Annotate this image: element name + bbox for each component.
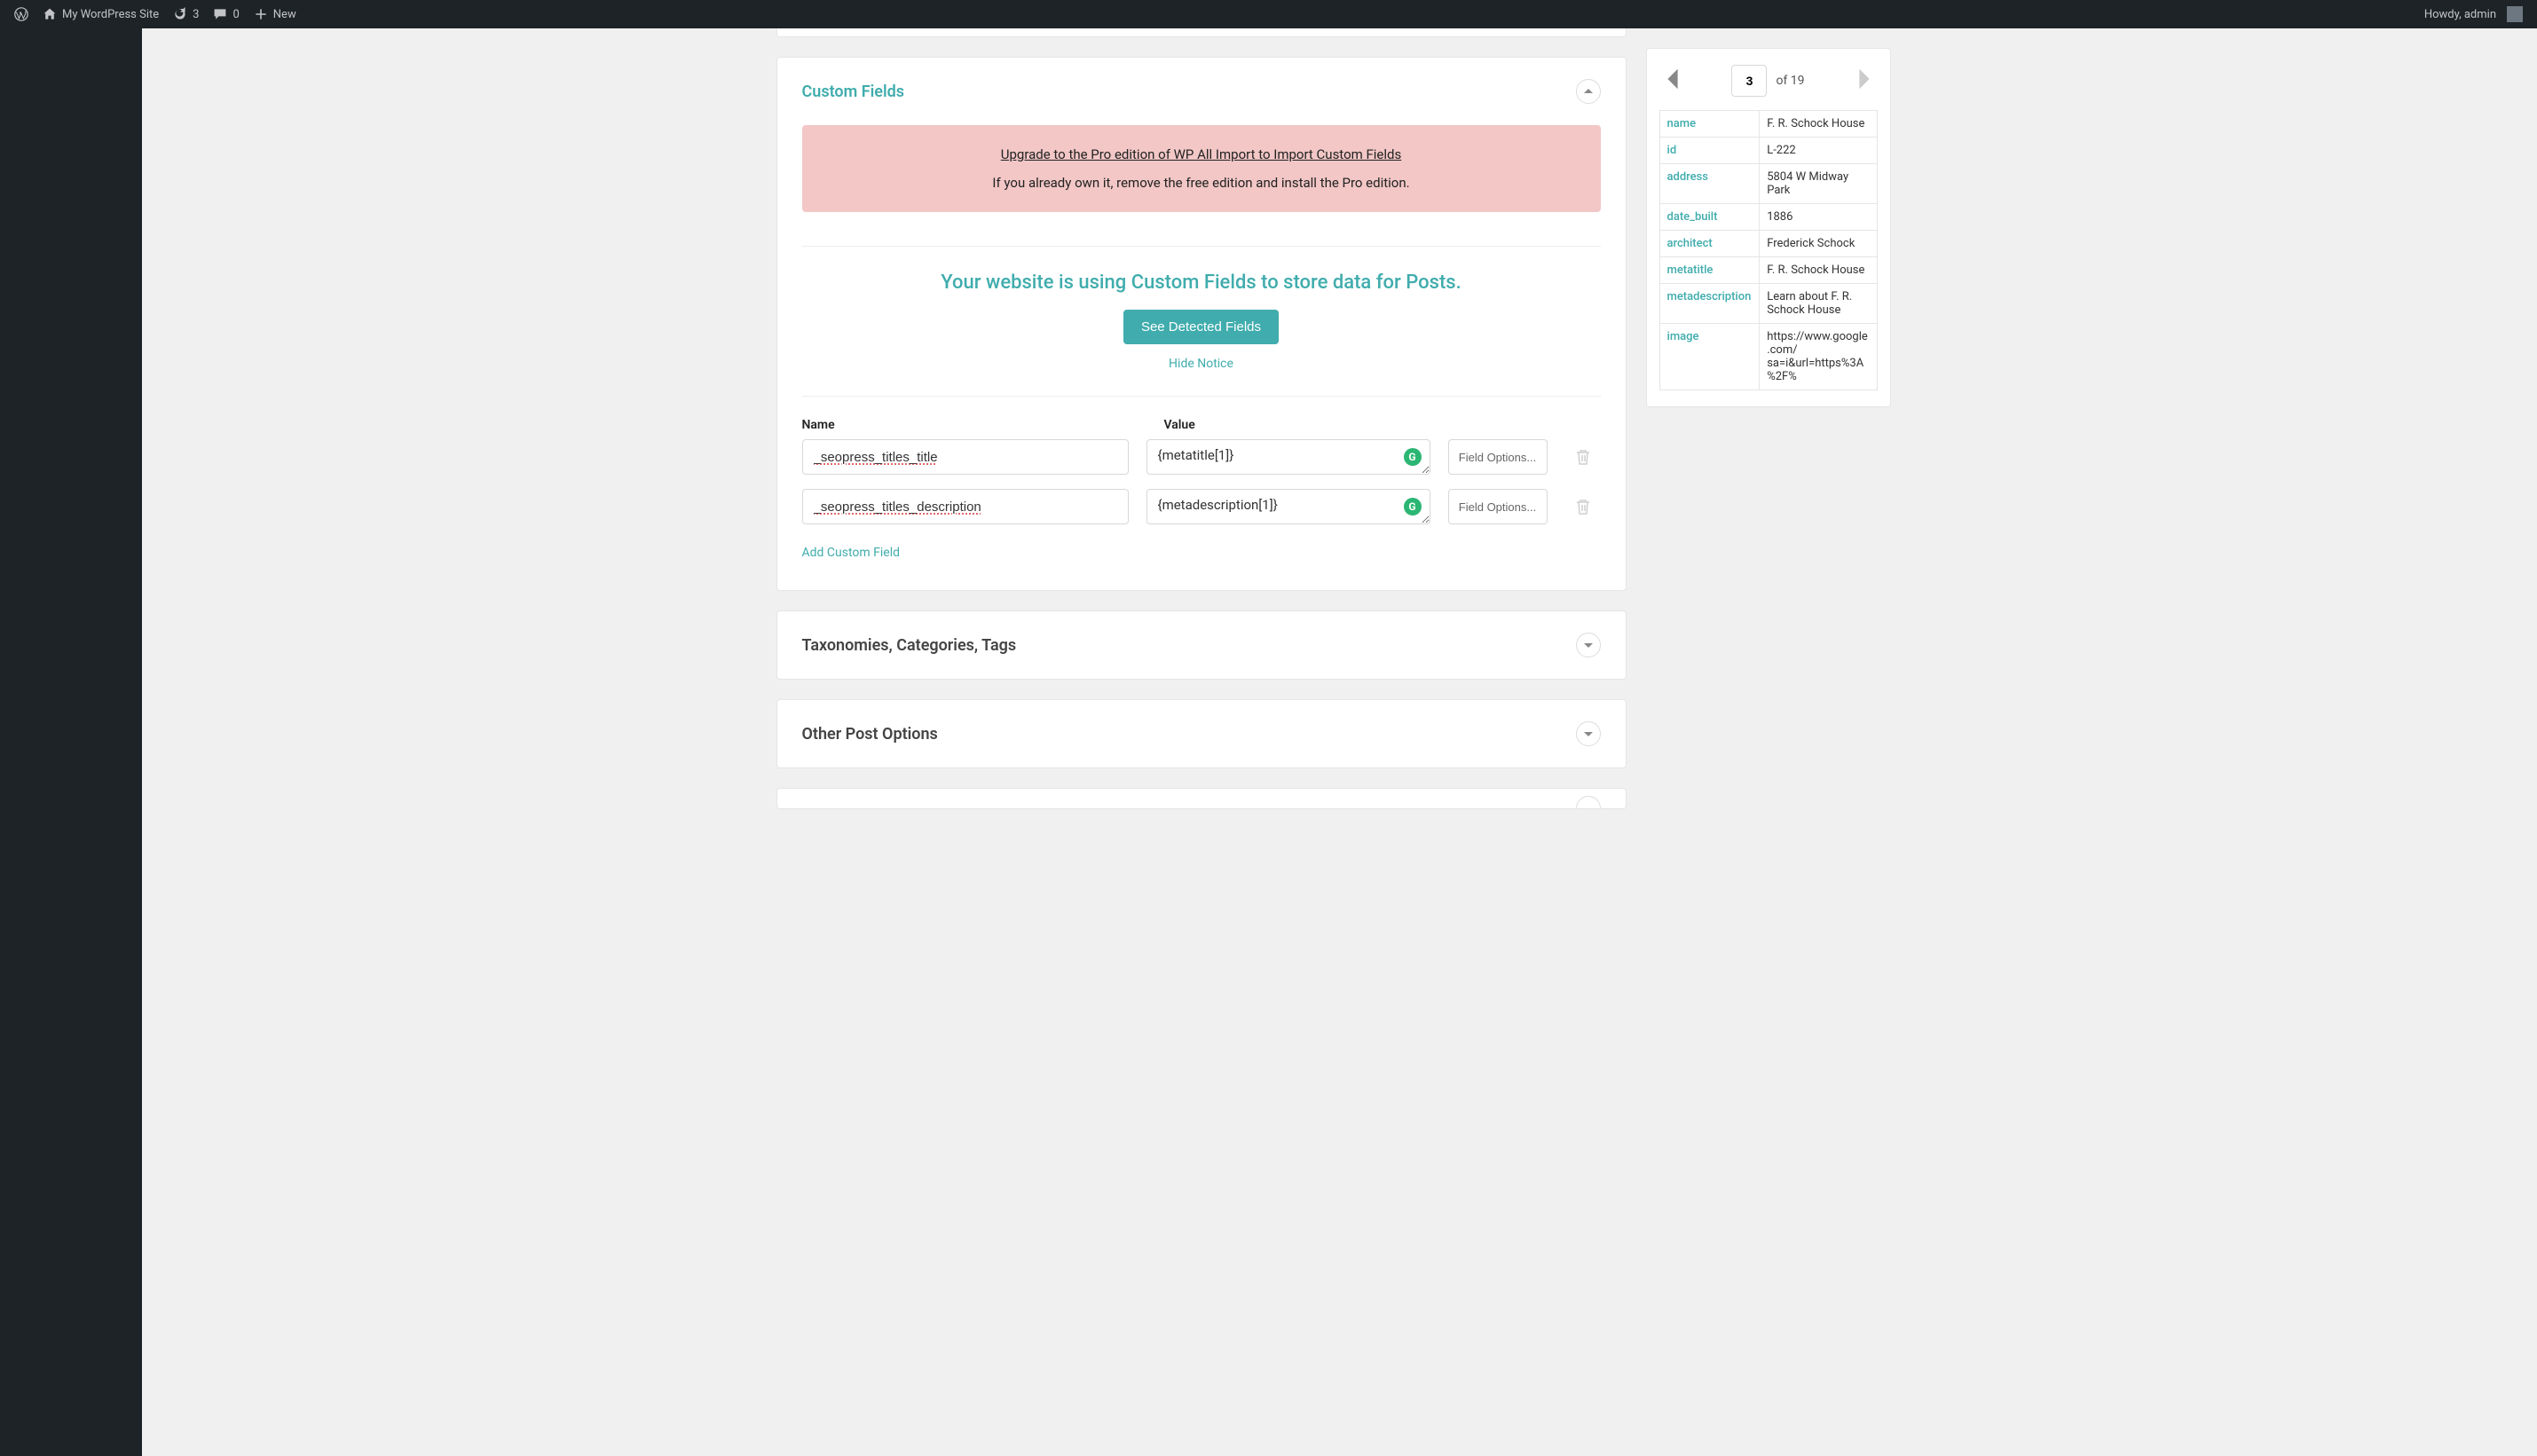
grammarly-icon: G bbox=[1404, 448, 1422, 466]
custom-field-row: G Field Options... bbox=[802, 489, 1601, 528]
trash-icon bbox=[1575, 498, 1591, 516]
custom-fields-panel: Custom Fields Upgrade to the Pro edition… bbox=[776, 57, 1627, 591]
upgrade-subtext: If you already own it, remove the free e… bbox=[820, 175, 1583, 191]
chevron-up-icon bbox=[1583, 86, 1594, 97]
expand-button[interactable] bbox=[1576, 721, 1601, 746]
field-name-input[interactable] bbox=[802, 489, 1129, 524]
site-home-link[interactable]: My WordPress Site bbox=[35, 0, 166, 28]
site-name: My WordPress Site bbox=[62, 8, 159, 21]
record-row[interactable]: metatitleF. R. Schock House bbox=[1659, 257, 1877, 284]
hide-notice-link[interactable]: Hide Notice bbox=[802, 357, 1601, 371]
custom-fields-head[interactable]: Custom Fields bbox=[777, 58, 1626, 125]
field-options-button[interactable]: Field Options... bbox=[1448, 489, 1548, 524]
other-post-options-panel: Other Post Options bbox=[776, 699, 1627, 768]
panel-title: Custom Fields bbox=[802, 83, 905, 101]
plus-icon bbox=[254, 7, 268, 21]
record-prev-button[interactable] bbox=[1661, 63, 1684, 98]
chevron-left-icon bbox=[1665, 67, 1681, 91]
record-row[interactable]: date_built1886 bbox=[1659, 204, 1877, 231]
comments-count: 0 bbox=[232, 8, 239, 21]
record-value: L-222 bbox=[1760, 138, 1877, 164]
updates-count: 3 bbox=[193, 8, 199, 21]
grammarly-icon: G bbox=[1404, 498, 1422, 516]
wp-logo[interactable] bbox=[7, 0, 35, 28]
record-nav: of 19 bbox=[1659, 63, 1878, 98]
trash-icon bbox=[1575, 448, 1591, 466]
upgrade-link[interactable]: Upgrade to the Pro edition of WP All Imp… bbox=[820, 146, 1583, 162]
record-key: name bbox=[1659, 111, 1760, 138]
panel-title: Other Post Options bbox=[802, 725, 938, 744]
record-key: metatitle bbox=[1659, 257, 1760, 284]
field-name-input[interactable] bbox=[802, 439, 1129, 475]
updates-link[interactable]: 3 bbox=[166, 0, 206, 28]
admin-sidebar bbox=[0, 28, 142, 1456]
record-value: 1886 bbox=[1760, 204, 1877, 231]
previous-panel-slice bbox=[776, 28, 1627, 37]
record-next-button[interactable] bbox=[1853, 63, 1876, 98]
record-key: address bbox=[1659, 164, 1760, 204]
record-value: 5804 W Midway Park bbox=[1760, 164, 1877, 204]
detect-fields-notice: Your website is using Custom Fields to s… bbox=[802, 246, 1601, 397]
field-value-textarea[interactable] bbox=[1146, 489, 1430, 524]
record-key: id bbox=[1659, 138, 1760, 164]
taxonomies-head[interactable]: Taxonomies, Categories, Tags bbox=[777, 611, 1626, 679]
delete-field-button[interactable] bbox=[1565, 489, 1601, 524]
record-value: F. R. Schock House bbox=[1760, 111, 1877, 138]
record-total-label: of 19 bbox=[1776, 74, 1804, 88]
taxonomies-panel: Taxonomies, Categories, Tags bbox=[776, 610, 1627, 680]
add-custom-field-link[interactable]: Add Custom Field bbox=[802, 546, 901, 560]
record-value: https://www.google.com/ sa=i&url=https%3… bbox=[1760, 324, 1877, 390]
custom-field-row: G Field Options... bbox=[802, 439, 1601, 478]
collapse-button[interactable] bbox=[1576, 79, 1601, 104]
record-key: date_built bbox=[1659, 204, 1760, 231]
record-value: F. R. Schock House bbox=[1760, 257, 1877, 284]
field-options-button[interactable]: Field Options... bbox=[1448, 439, 1548, 475]
record-row[interactable]: idL-222 bbox=[1659, 138, 1877, 164]
see-detected-fields-button[interactable]: See Detected Fields bbox=[1123, 310, 1279, 344]
upgrade-notice: Upgrade to the Pro edition of WP All Imp… bbox=[802, 125, 1601, 212]
record-position-input[interactable] bbox=[1731, 65, 1767, 97]
chevron-down-icon bbox=[1583, 728, 1594, 739]
comments-link[interactable]: 0 bbox=[206, 0, 246, 28]
new-label: New bbox=[273, 8, 296, 21]
record-key: image bbox=[1659, 324, 1760, 390]
record-row[interactable]: architectFrederick Schock bbox=[1659, 231, 1877, 257]
record-row[interactable]: metadescriptionLearn about F. R. Schock … bbox=[1659, 284, 1877, 324]
panel-title: Taxonomies, Categories, Tags bbox=[802, 636, 1017, 655]
record-row[interactable]: imagehttps://www.google.com/ sa=i&url=ht… bbox=[1659, 324, 1877, 390]
wordpress-icon bbox=[14, 7, 28, 21]
record-table: nameF. R. Schock HouseidL-222address5804… bbox=[1659, 110, 1878, 390]
expand-button[interactable] bbox=[1576, 796, 1601, 809]
new-content-link[interactable]: New bbox=[247, 0, 303, 28]
howdy-link[interactable]: Howdy, admin bbox=[2417, 0, 2530, 28]
record-preview-panel: of 19 nameF. R. Schock HouseidL-222addre… bbox=[1646, 48, 1891, 407]
detect-heading: Your website is using Custom Fields to s… bbox=[802, 272, 1601, 294]
record-value: Learn about F. R. Schock House bbox=[1760, 284, 1877, 324]
record-key: metadescription bbox=[1659, 284, 1760, 324]
record-row[interactable]: nameF. R. Schock House bbox=[1659, 111, 1877, 138]
delete-field-button[interactable] bbox=[1565, 439, 1601, 475]
admin-bar: My WordPress Site 3 0 New Howdy, admin bbox=[0, 0, 2537, 28]
next-panel-slice bbox=[776, 788, 1627, 809]
col-name-label: Name bbox=[802, 418, 1146, 432]
fields-header-row: Name Value bbox=[802, 418, 1601, 432]
user-avatar bbox=[2507, 6, 2523, 22]
col-value-label: Value bbox=[1146, 418, 1601, 432]
home-icon bbox=[43, 7, 57, 21]
chevron-right-icon bbox=[1856, 67, 1872, 91]
chevron-down-icon bbox=[1583, 640, 1594, 650]
field-value-textarea[interactable] bbox=[1146, 439, 1430, 475]
refresh-icon bbox=[173, 7, 187, 21]
record-row[interactable]: address5804 W Midway Park bbox=[1659, 164, 1877, 204]
howdy-text: Howdy, admin bbox=[2424, 8, 2496, 21]
record-key: architect bbox=[1659, 231, 1760, 257]
expand-button[interactable] bbox=[1576, 633, 1601, 657]
other-post-options-head[interactable]: Other Post Options bbox=[777, 700, 1626, 767]
comment-icon bbox=[213, 7, 227, 21]
record-value: Frederick Schock bbox=[1760, 231, 1877, 257]
